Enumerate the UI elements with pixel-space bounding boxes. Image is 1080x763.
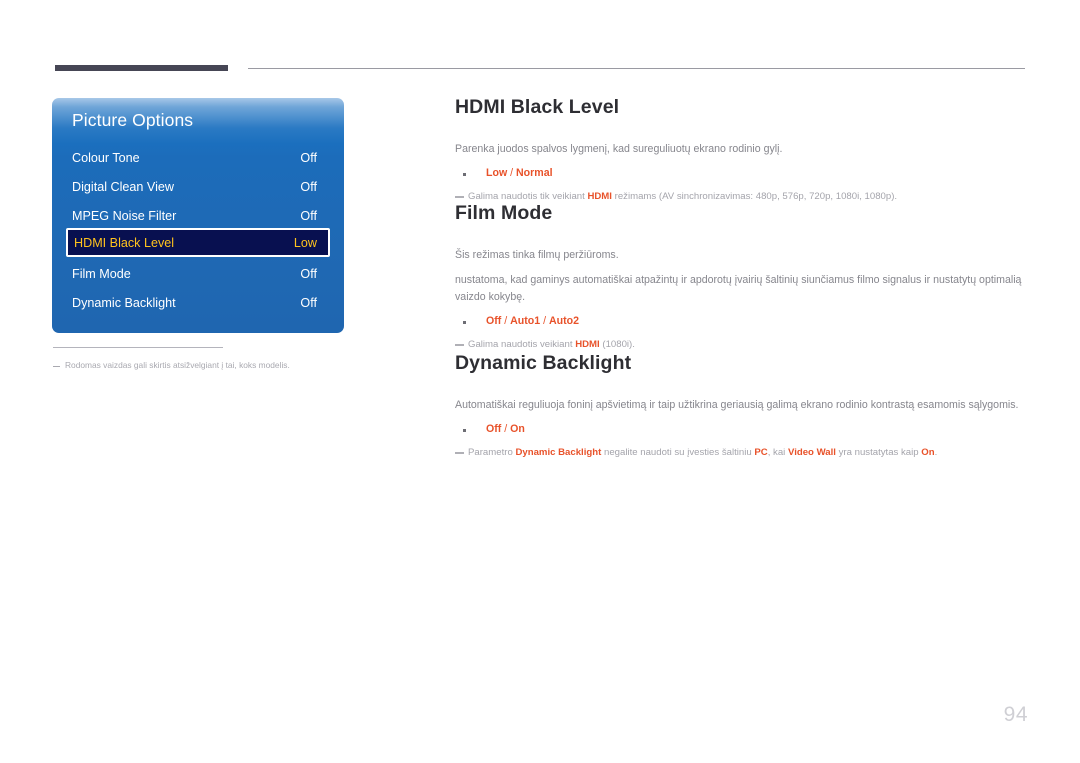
bullet-dot-icon [463,429,466,432]
option-value: Auto1 [510,315,541,328]
note-emphasis: Video Wall [787,447,836,459]
osd-row-label: MPEG Noise Filter [72,208,177,223]
option-value: Auto2 [549,315,580,328]
option-value: Low [486,167,508,180]
section-options-bullet: Low / Normal [455,166,1025,182]
section-options-bullet: Off / Auto1 / Auto2 [455,314,1025,330]
note-text: (1080i). [599,339,635,351]
note-text: , kai [767,447,788,459]
section-note: Galima naudotis veikiant HDMI (1080i). [455,338,1025,352]
option-value: Normal [516,167,553,180]
option-value: On [510,423,525,436]
option-separator: / [540,315,549,328]
note-text: režimams (AV sinchronizavimas: 480p, 576… [611,191,898,203]
option-value: Off [486,315,502,328]
picture-options-menu-panel: Picture Options Colour Tone Off Digital … [52,98,344,333]
option-value: Off [486,423,502,436]
section-hdmi-black-level: HDMI Black Level Parenka juodos spalvos … [455,96,1025,205]
osd-footnote: Rodomas vaizdas gali skirtis atsižvelgia… [53,347,343,370]
section-title: HDMI Black Level [455,96,620,118]
osd-row-label: Film Mode [72,266,131,281]
osd-row-label: Dynamic Backlight [72,295,176,310]
bullet-dot-icon [463,173,466,176]
note-emphasis: PC [754,447,768,459]
osd-row-value: Off [300,266,317,281]
osd-row-dynamic-backlight[interactable]: Dynamic Backlight Off [52,288,344,317]
note-text: Galima naudotis tik veikiant [468,191,588,203]
note-dash-icon [455,196,464,198]
note-emphasis: Dynamic Backlight [515,447,602,459]
section-options-bullet: Off / On [455,422,1025,438]
osd-row-colour-tone[interactable]: Colour Tone Off [52,143,344,172]
note-text: . [934,447,938,459]
osd-row-value: Off [300,150,317,165]
osd-row-value: Low [293,235,317,250]
osd-row-mpeg-noise-filter[interactable]: MPEG Noise Filter Off [52,201,344,230]
osd-row-digital-clean-view[interactable]: Digital Clean View Off [52,172,344,201]
osd-row-value: Off [300,208,317,223]
section-paragraph: nustatoma, kad gaminys automatiškai atpa… [455,274,1022,303]
bullet-dot-icon [463,321,466,324]
osd-row-film-mode[interactable]: Film Mode Off [52,259,344,288]
header-rule-thin [248,68,1025,69]
section-title: Film Mode [455,202,553,224]
osd-illustration-column: Picture Options Colour Tone Off Digital … [52,98,344,370]
note-emphasis: HDMI [575,339,600,351]
option-separator: / [501,315,511,328]
osd-row-hdmi-black-level[interactable]: HDMI Black Level Low [66,228,330,257]
osd-row-label: Colour Tone [72,150,140,165]
footnote-text-wrapper: Rodomas vaizdas gali skirtis atsižvelgia… [53,360,343,370]
section-paragraph: Parenka juodos spalvos lygmenį, kad sure… [455,143,783,155]
note-text: Parametro [468,447,516,459]
option-separator: / [507,167,517,180]
footnote-separator-rule [53,347,223,348]
section-film-mode: Film Mode Šis režimas tinka filmų peržiū… [455,202,1025,353]
section-dynamic-backlight: Dynamic Backlight Automatiškai reguliuoj… [455,352,1025,461]
osd-row-value: Off [300,295,317,310]
note-dash-icon [455,344,464,346]
note-text: Galima naudotis veikiant [468,339,576,351]
section-paragraph: Šis režimas tinka filmų peržiūroms. [455,249,619,261]
note-text: yra nustatytas kaip [835,447,922,459]
note-emphasis: HDMI [587,191,612,203]
footnote-text: Rodomas vaizdas gali skirtis atsižvelgia… [65,360,290,370]
section-paragraph: Automatiškai reguliuoja foninį apšvietim… [455,399,1019,411]
page-number: 94 [1003,703,1028,726]
option-separator: / [501,423,511,436]
footnote-dash-icon [53,366,60,367]
osd-row-label: Digital Clean View [72,179,174,194]
osd-menu-title: Picture Options [72,110,194,130]
header-rule-thick [55,65,228,71]
page-header-rules [0,0,1080,90]
osd-row-value: Off [300,179,317,194]
note-dash-icon [455,452,464,454]
section-note: Parametro Dynamic Backlight negalite nau… [455,446,1025,460]
note-emphasis: On [921,447,935,459]
note-text: negalite naudoti su įvesties šaltiniu [601,447,755,459]
osd-row-label: HDMI Black Level [74,235,175,250]
section-title: Dynamic Backlight [455,352,632,374]
